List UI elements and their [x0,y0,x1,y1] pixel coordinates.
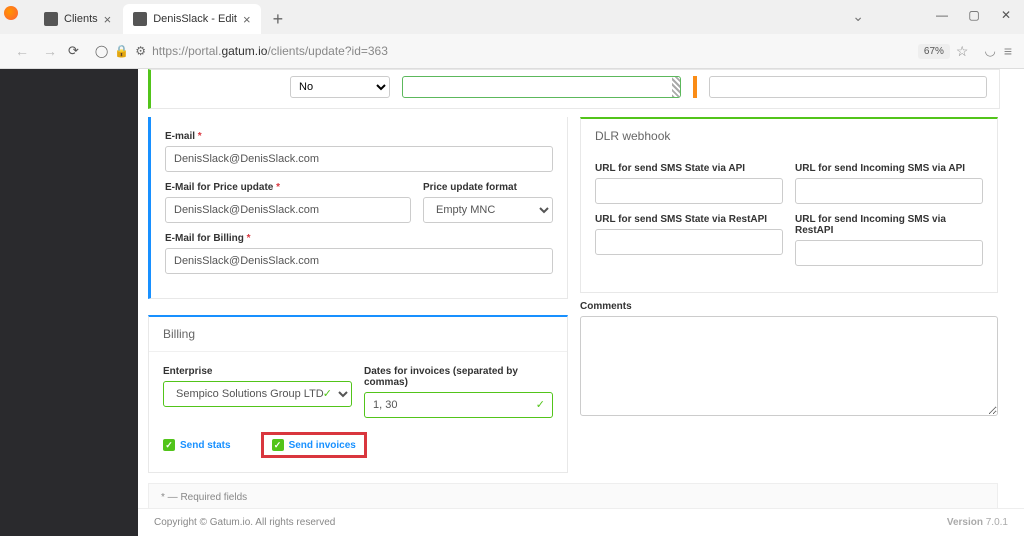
main-content: No E-mail * E-Mail for Price [138,69,1024,536]
tab-strip: Clients × DenisSlack - Edit × + [26,0,293,34]
right-empty-field[interactable] [709,76,988,98]
comments-textarea[interactable] [580,316,998,416]
firefox-icon [4,6,18,20]
url-bar[interactable]: ◯ 🔒 ⚙ https://portal.gatum.io/clients/up… [87,43,977,60]
url-rest-state-label: URL for send SMS State via RestAPI [595,214,783,225]
price-update-email-label: E-Mail for Price update * [165,182,411,193]
copyright: Copyright © Gatum.io. All rights reserve… [154,517,335,528]
shield-icon: ◯ [95,44,108,58]
browser-chrome: Clients × DenisSlack - Edit × + ⌄ — ▢ ✕ … [0,0,1024,69]
zoom-badge[interactable]: 67% [918,44,950,59]
email-input[interactable] [165,146,553,172]
url-api-incoming-input[interactable] [795,178,983,204]
forward-button[interactable]: → [40,43,60,59]
email-panel: E-mail * E-Mail for Price update * Price… [148,117,568,299]
page-footer: Copyright © Gatum.io. All rights reserve… [138,508,1024,536]
comments-label: Comments [580,301,998,312]
email-label: E-mail * [165,131,553,142]
dates-input[interactable] [364,392,553,418]
new-tab-button[interactable]: + [263,9,294,34]
lock-icon: 🔒 [114,44,129,58]
url-rest-incoming-label: URL for send Incoming SMS via RestAPI [795,214,983,236]
sidebar [0,69,138,536]
send-stats-checkbox[interactable]: ✓Send stats [163,439,231,451]
bookmark-icon[interactable]: ☆ [956,43,969,60]
reload-button[interactable]: ⟳ [68,43,79,59]
billing-panel: Billing Enterprise Sempico Solutions Gro… [148,315,568,473]
check-icon: ✓ [536,398,545,411]
check-icon: ✓ [323,387,332,400]
version: Version 7.0.1 [947,517,1008,528]
tab-clients[interactable]: Clients × [34,4,121,34]
url-api-state-input[interactable] [595,178,783,204]
favicon-icon [44,12,58,26]
progress-field[interactable] [402,76,681,98]
billing-header: Billing [149,317,567,352]
top-select[interactable]: No [290,76,390,98]
maximize-button[interactable]: ▢ [960,4,988,26]
minimize-button[interactable]: — [928,4,956,26]
orange-indicator [693,76,697,98]
tab-label: Clients [64,13,98,25]
close-icon[interactable]: × [104,12,112,27]
dlr-panel: DLR webhook URL for send SMS State via A… [580,117,998,293]
tab-edit[interactable]: DenisSlack - Edit × [123,4,260,34]
close-window-button[interactable]: ✕ [992,4,1020,26]
price-update-email-input[interactable] [165,197,411,223]
url-api-state-label: URL for send SMS State via API [595,163,783,174]
viewport: No E-mail * E-Mail for Price [0,69,1024,536]
back-button[interactable]: ← [12,43,32,59]
billing-email-label: E-Mail for Billing * [165,233,553,244]
price-format-select[interactable]: Empty MNC [423,197,553,223]
tabs-dropdown-icon[interactable]: ⌄ [852,8,864,25]
send-invoices-checkbox[interactable]: ✓Send invoices [272,439,356,451]
price-format-label: Price update format [423,182,553,193]
url-rest-incoming-input[interactable] [795,240,983,266]
permissions-icon: ⚙ [135,44,146,58]
comments-section: Comments [580,301,998,419]
window-controls: — ▢ ✕ [928,4,1020,26]
close-icon[interactable]: × [243,12,251,27]
dates-label: Dates for invoices (separated by commas) [364,366,553,388]
title-bar: Clients × DenisSlack - Edit × + ⌄ — ▢ ✕ [0,0,1024,34]
menu-icon[interactable]: ≡ [1004,43,1012,59]
enterprise-label: Enterprise [163,366,352,377]
url-rest-state-input[interactable] [595,229,783,255]
url-api-incoming-label: URL for send Incoming SMS via API [795,163,983,174]
top-partial-panel: No [148,69,1000,109]
favicon-icon [133,12,147,26]
tab-label: DenisSlack - Edit [153,13,237,25]
url-text: https://portal.gatum.io/clients/update?i… [152,44,912,58]
dlr-header: DLR webhook [581,119,997,153]
send-invoices-highlight: ✓Send invoices [261,432,367,458]
pocket-icon[interactable]: ◡ [984,43,995,59]
nav-bar: ← → ⟳ ◯ 🔒 ⚙ https://portal.gatum.io/clie… [0,34,1024,68]
billing-email-input[interactable] [165,248,553,274]
